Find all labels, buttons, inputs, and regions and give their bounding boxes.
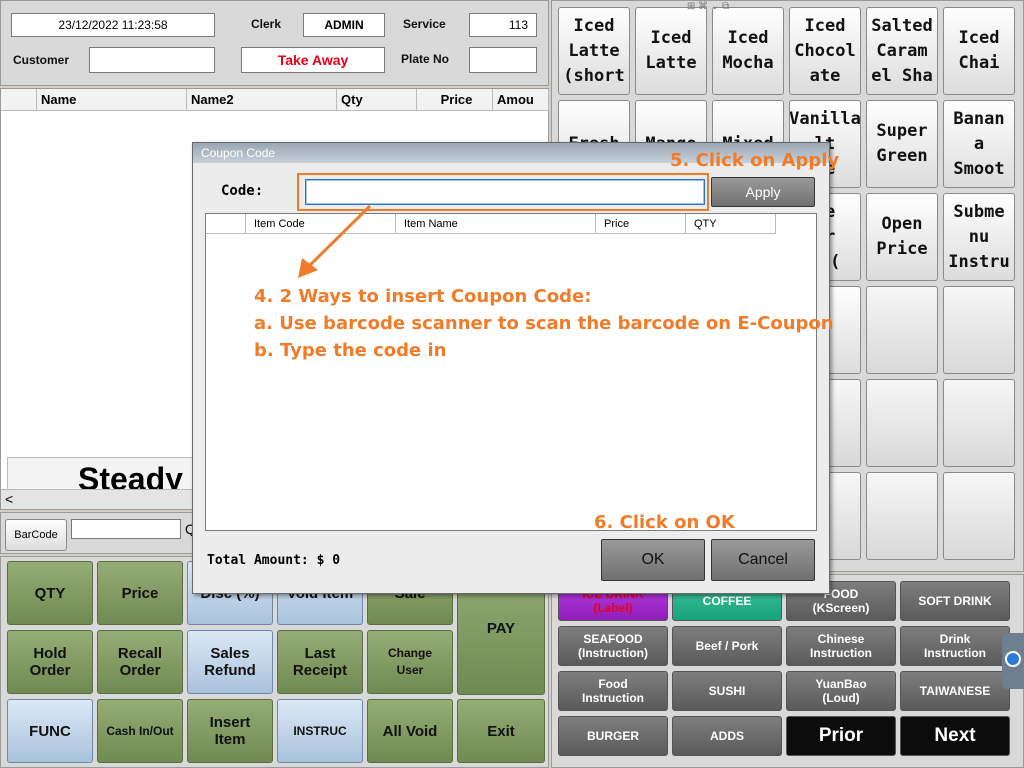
step4b-annotation: b. Type the code in: [254, 340, 447, 361]
annotation-arrow: [298, 204, 372, 278]
step4-title-annotation: 4. 2 Ways to insert Coupon Code:: [254, 286, 592, 307]
arrow-line: [303, 204, 372, 272]
step6-annotation: 6. Click on OK: [594, 512, 735, 533]
step5-annotation: 5. Click on Apply: [670, 150, 840, 171]
step4a-annotation: a. Use barcode scanner to scan the barco…: [254, 313, 834, 334]
